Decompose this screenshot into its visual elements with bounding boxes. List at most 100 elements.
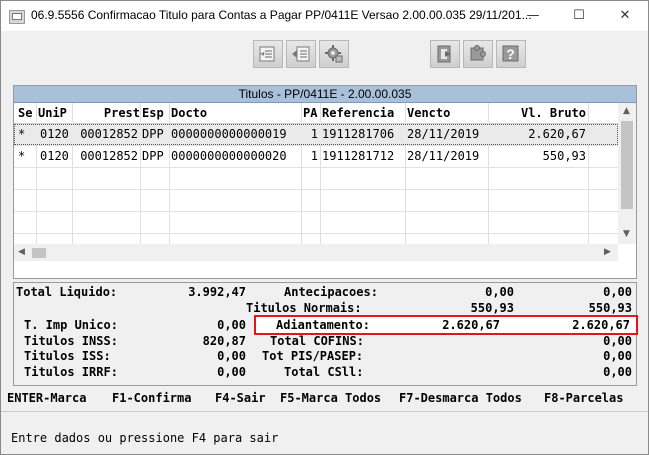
enter-marca-key[interactable]: ENTER-Marca xyxy=(7,391,86,405)
toolbar: ? xyxy=(1,31,648,81)
cell-referencia: 1911281712 xyxy=(322,149,395,163)
col-header-referencia[interactable]: Referencia xyxy=(322,106,394,120)
status-bar: Entre dados ou pressione F4 para sair xyxy=(1,425,648,453)
vertical-scrollbar[interactable]: ▲ ▼ xyxy=(618,103,636,244)
horizontal-scroll-thumb[interactable] xyxy=(32,248,46,258)
antecipacoes-value-1: 0,00 xyxy=(485,285,514,299)
titulos-inss-label: Titulos INSS: xyxy=(24,334,118,348)
grid-title: Titulos - PP/0411E - 2.00.00.035 xyxy=(14,86,636,103)
total-cofins-label: Total COFINS: xyxy=(270,334,364,348)
cell-prest: 00012852 xyxy=(80,127,138,141)
toolbar-button-puzzle[interactable] xyxy=(463,40,493,68)
scroll-left-icon[interactable]: ◀ xyxy=(18,247,25,257)
tot-pis-pasep-value: 0,00 xyxy=(603,349,632,363)
f4-sair-key[interactable]: F4-Sair xyxy=(215,391,266,405)
totals-panel: Total Liquido: 3.992,47 Antecipacoes: 0,… xyxy=(13,282,638,386)
cell-unip: 0120 xyxy=(40,149,69,163)
antecipacoes-value-2: 0,00 xyxy=(603,285,632,299)
exit-door-icon xyxy=(437,45,451,63)
app-window: 06.9.5556 Confirmacao Titulo para Contas… xyxy=(0,0,649,455)
adiantamento-label: Adiantamento: xyxy=(276,318,370,332)
table-row-empty xyxy=(14,168,618,190)
total-liquido-label: Total Liquido: xyxy=(16,285,118,299)
minimize-button[interactable]: — xyxy=(510,1,556,31)
col-header-vl-bruto[interactable]: Vl. Bruto xyxy=(494,106,586,120)
gear-config-icon xyxy=(325,45,343,63)
status-message: Entre dados ou pressione F4 para sair xyxy=(11,431,279,445)
list-arrow-icon xyxy=(292,46,310,62)
maximize-button[interactable]: ☐ xyxy=(556,1,602,31)
antecipacoes-label: Antecipacoes: xyxy=(284,285,378,299)
vertical-scroll-thumb[interactable] xyxy=(621,121,633,209)
col-header-docto[interactable]: Docto xyxy=(171,106,207,120)
titulos-normais-value-2: 550,93 xyxy=(588,301,632,315)
titulos-normais-value-1: 550,93 xyxy=(470,301,514,315)
cell-vl-bruto: 550,93 xyxy=(542,149,586,163)
horizontal-scrollbar[interactable]: ◀ ▶ xyxy=(14,244,618,261)
t-imp-unico-label: T. Imp Unico: xyxy=(24,318,118,332)
cell-pa: 1 xyxy=(310,149,318,163)
cell-esp: DPP xyxy=(142,149,164,163)
total-cofins-value: 0,00 xyxy=(603,334,632,348)
tot-pis-pasep-label: Tot PIS/PASEP: xyxy=(262,349,364,363)
col-header-prest[interactable]: Prest xyxy=(74,106,140,120)
f1-confirma-key[interactable]: F1-Confirma xyxy=(112,391,191,405)
scroll-up-icon[interactable]: ▲ xyxy=(623,106,630,116)
table-row-empty xyxy=(14,190,618,212)
titulos-irrf-value: 0,00 xyxy=(217,365,246,379)
cell-vencto: 28/11/2019 xyxy=(407,127,480,141)
cell-se: * xyxy=(18,149,26,163)
titulos-grid: Titulos - PP/0411E - 2.00.00.035 Se UniP… xyxy=(13,85,637,279)
puzzle-icon xyxy=(470,45,486,61)
cell-docto: 0000000000000020 xyxy=(171,149,287,163)
cell-referencia: 1911281706 xyxy=(322,127,395,141)
grid-header-row: Se UniP Prest Esp Docto PA Referencia Ve… xyxy=(14,103,618,124)
titulos-inss-value: 820,87 xyxy=(202,334,246,348)
total-csll-value: 0,00 xyxy=(603,365,632,379)
close-button[interactable]: ✕ xyxy=(602,1,648,31)
f5-marca-todos-key[interactable]: F5-Marca Todos xyxy=(280,391,381,405)
toolbar-button-list[interactable] xyxy=(286,40,316,68)
f8-parcelas-key[interactable]: F8-Parcelas xyxy=(544,391,623,405)
cell-docto: 0000000000000019 xyxy=(171,127,287,141)
title-bar: 06.9.5556 Confirmacao Titulo para Contas… xyxy=(1,1,648,31)
cell-pa: 1 xyxy=(310,127,318,141)
titulos-irrf-label: Titulos IRRF: xyxy=(24,365,118,379)
app-window-icon xyxy=(9,10,25,24)
adiantamento-value-1: 2.620,67 xyxy=(442,318,500,332)
table-row-empty xyxy=(14,212,618,234)
cell-se: * xyxy=(18,127,26,141)
t-imp-unico-value: 0,00 xyxy=(217,318,246,332)
list-check-icon xyxy=(259,46,275,62)
table-row[interactable]: * 0120 00012852 DPP 0000000000000020 1 1… xyxy=(14,146,618,168)
cell-prest: 00012852 xyxy=(80,149,138,163)
help-question-icon: ? xyxy=(502,45,519,62)
titulos-iss-value: 0,00 xyxy=(217,349,246,363)
f7-desmarca-todos-key[interactable]: F7-Desmarca Todos xyxy=(399,391,522,405)
grid-body: * 0120 00012852 DPP 0000000000000019 1 1… xyxy=(14,124,618,244)
cell-vencto: 28/11/2019 xyxy=(407,149,480,163)
function-key-bar: ENTER-Marca F1-Confirma F4-Sair F5-Marca… xyxy=(1,387,648,412)
cell-vl-bruto: 2.620,67 xyxy=(528,127,586,141)
svg-text:?: ? xyxy=(506,46,515,62)
toolbar-button-exit[interactable] xyxy=(430,40,460,68)
col-header-unip[interactable]: UniP xyxy=(38,106,67,120)
cell-unip: 0120 xyxy=(40,127,69,141)
toolbar-button-select[interactable] xyxy=(253,40,283,68)
total-csll-label: Total CSll: xyxy=(284,365,364,379)
titulos-iss-label: Titulos ISS: xyxy=(24,349,111,363)
titulos-normais-label: Titulos Normais: xyxy=(246,301,362,315)
scroll-right-icon[interactable]: ▶ xyxy=(604,247,611,257)
table-row[interactable]: * 0120 00012852 DPP 0000000000000019 1 1… xyxy=(14,124,618,146)
adiantamento-value-2: 2.620,67 xyxy=(572,318,630,332)
col-header-pa[interactable]: PA xyxy=(303,106,317,120)
col-header-esp[interactable]: Esp xyxy=(142,106,164,120)
cell-esp: DPP xyxy=(142,127,164,141)
col-header-se[interactable]: Se xyxy=(18,106,32,120)
toolbar-button-help[interactable]: ? xyxy=(496,40,526,68)
window-title: 06.9.5556 Confirmacao Titulo para Contas… xyxy=(31,8,532,22)
scroll-down-icon[interactable]: ▼ xyxy=(623,229,630,239)
col-header-vencto[interactable]: Vencto xyxy=(407,106,450,120)
toolbar-button-config[interactable] xyxy=(319,40,349,68)
total-liquido-value: 3.992,47 xyxy=(188,285,246,299)
